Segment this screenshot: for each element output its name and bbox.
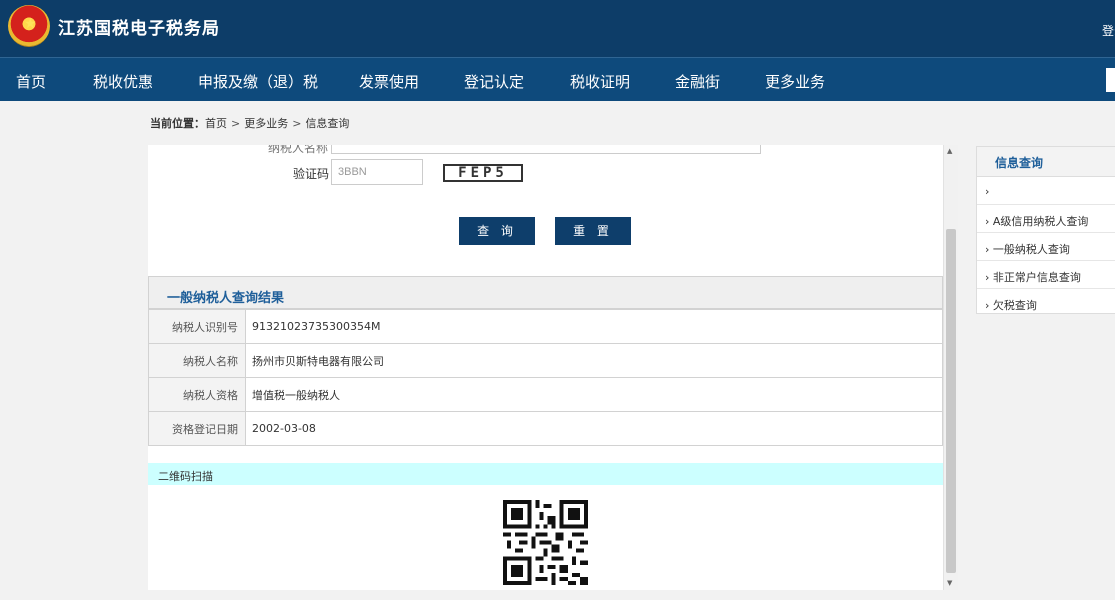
registration-date-value: 2002-03-08 [245,411,943,446]
national-emblem-icon: ★ [8,5,50,47]
breadcrumb-info-query: 信息查询 [305,117,350,130]
captcha-input[interactable] [331,159,423,185]
sidebar-item-label: 一般纳税人查询 [992,243,1070,256]
breadcrumb-more-business[interactable]: 更多业务 [244,117,288,130]
taxpayer-id-value: 91321023735300354M [245,309,943,344]
registration-date-label: 资格登记日期 [148,411,246,446]
table-row: 纳税人名称 扬州市贝斯特电器有限公司 [148,343,943,378]
query-button[interactable]: 查 询 [459,217,535,245]
nav-item-tax-certificate[interactable]: 税收证明 [570,71,630,92]
result-table: 纳税人识别号 91321023735300354M 纳税人名称 扬州市贝斯特电器… [148,309,943,446]
reset-button[interactable]: 重 置 [555,217,631,245]
taxpayer-name-input-cut[interactable] [331,145,761,154]
vertical-scrollbar[interactable]: ▲ ▼ [943,145,958,590]
nav-item-registration[interactable]: 登记认定 [464,71,524,92]
taxpayer-name-label-cut: 纳税人名称 [268,145,329,155]
qr-section-title: 二维码扫描 [148,463,943,485]
breadcrumb-separator: > [292,117,302,130]
nav-item-home[interactable]: 首页 [16,71,46,92]
scroll-down-arrow-icon[interactable]: ▼ [947,579,952,587]
qr-code-icon [503,500,588,585]
main-nav: 首页 税收优惠 申报及缴（退）税 发票使用 登记认定 税收证明 金融街 更多业务 [0,57,1115,101]
sidebar-item-abnormal-account[interactable]: › 非正常户信息查询 [977,261,1115,289]
sidebar-item-blank[interactable]: › [977,177,1115,205]
sidebar-item-a-credit[interactable]: › A级信用纳税人查询 [977,205,1115,233]
table-row: 纳税人资格 增值税一般纳税人 [148,377,943,412]
taxpayer-name-label: 纳税人名称 [148,343,246,378]
taxpayer-qualification-value: 增值税一般纳税人 [245,377,943,412]
table-row: 纳税人识别号 91321023735300354M [148,309,943,344]
captcha-image[interactable]: FEP5 [443,164,523,182]
chevron-right-icon: › [985,271,990,284]
breadcrumb-home[interactable]: 首页 [205,117,227,130]
sidebar-item-label: 欠税查询 [992,299,1037,312]
nav-item-tax-incentives[interactable]: 税收优惠 [93,71,153,92]
site-title: 江苏国税电子税务局 [58,19,220,39]
sidebar-item-label: 非正常户信息查询 [992,271,1081,284]
main-content: 纳税人名称 验证码 FEP5 查 询 重 置 一般纳税人查询结果 纳税人识别号 … [148,145,943,590]
nav-item-more[interactable]: 更多业务 [765,71,825,92]
chevron-right-icon: › [985,243,990,256]
nav-item-invoice[interactable]: 发票使用 [359,71,419,92]
taxpayer-qualification-label: 纳税人资格 [148,377,246,412]
chevron-right-icon: › [985,215,990,228]
top-header: ★ 江苏国税电子税务局 登录 [0,0,1115,57]
chevron-right-icon: › [985,185,990,198]
nav-item-finance[interactable]: 金融街 [675,71,720,92]
taxpayer-id-label: 纳税人识别号 [148,309,246,344]
result-title: 一般纳税人查询结果 [148,276,943,309]
sidebar: 信息查询 › › A级信用纳税人查询 › 一般纳税人查询 › 非正常户信息查询 … [976,146,1115,314]
table-row: 资格登记日期 2002-03-08 [148,411,943,446]
scroll-up-arrow-icon[interactable]: ▲ [947,147,952,155]
nav-search-input[interactable] [1106,68,1115,92]
sidebar-item-general-taxpayer[interactable]: › 一般纳税人查询 [977,233,1115,261]
breadcrumb: 当前位置：首页 > 更多业务 > 信息查询 [150,115,349,131]
nav-item-declare-pay[interactable]: 申报及缴（退）税 [198,71,318,92]
chevron-right-icon: › [985,299,990,312]
captcha-label: 验证码 [293,167,330,181]
scrollbar-thumb[interactable] [946,229,956,573]
breadcrumb-prefix: 当前位置： [150,117,205,130]
sidebar-item-tax-arrears[interactable]: › 欠税查询 [977,289,1115,317]
taxpayer-name-value: 扬州市贝斯特电器有限公司 [245,343,943,378]
breadcrumb-separator: > [231,117,241,130]
sidebar-title: 信息查询 [977,147,1115,177]
sidebar-item-label: A级信用纳税人查询 [992,215,1089,228]
login-link[interactable]: 登录 [1102,22,1115,39]
